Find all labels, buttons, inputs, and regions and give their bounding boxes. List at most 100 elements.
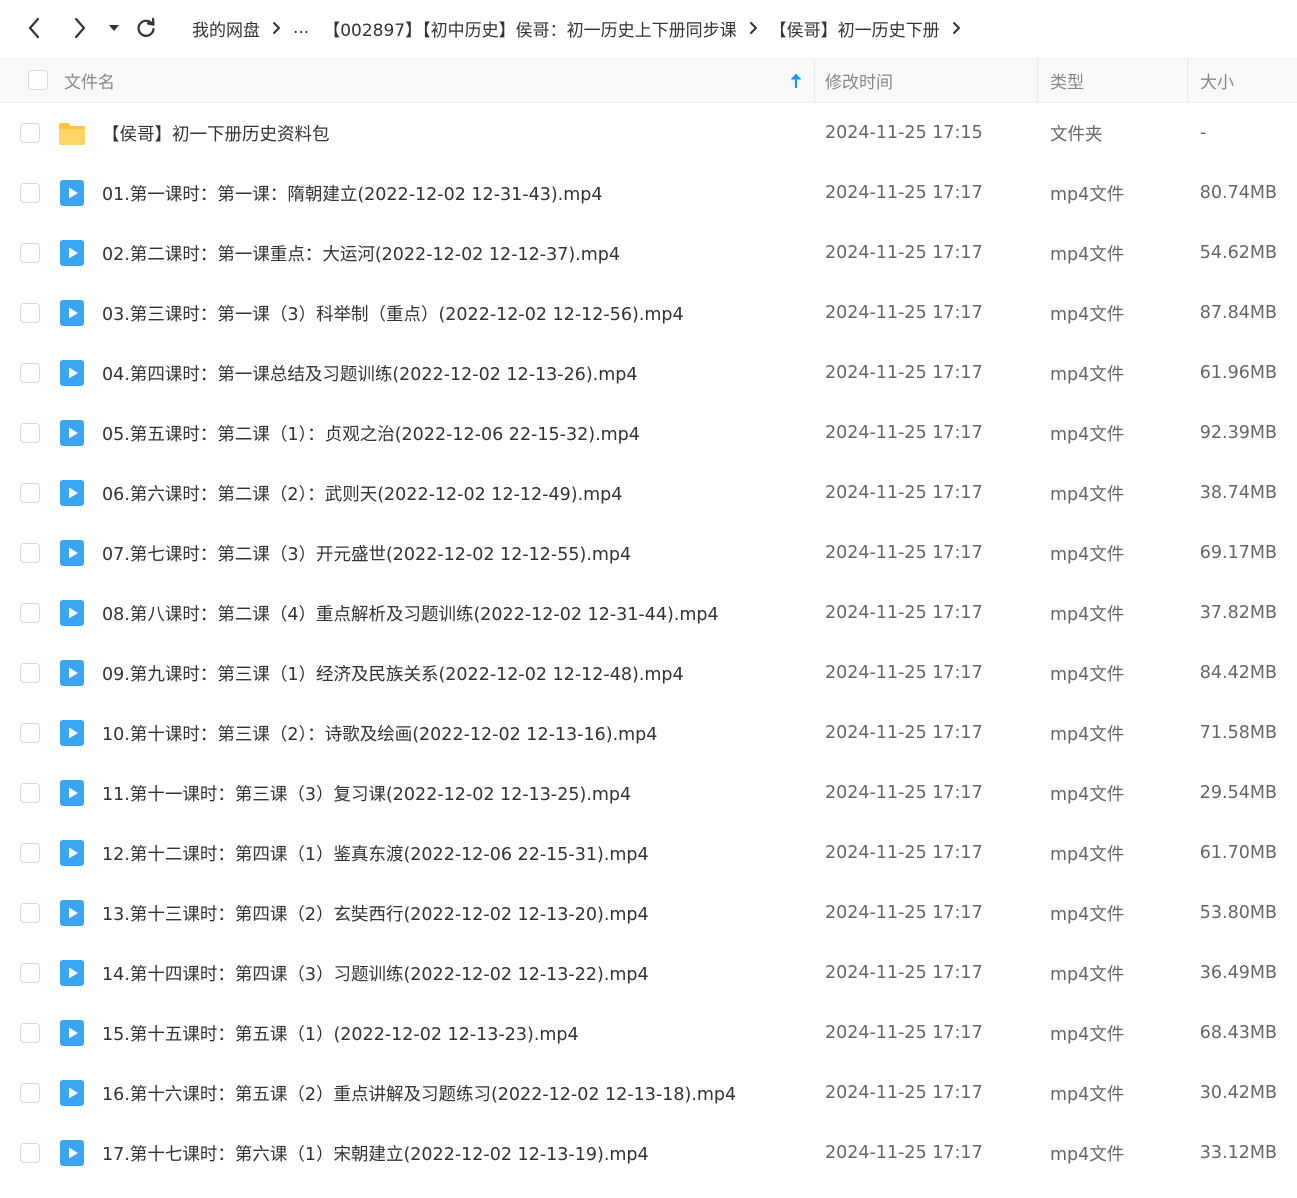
file-name[interactable]: 14.第十四课时：第四课（3）习题训练(2022-12-02 12-13-22)… <box>102 943 649 1003</box>
video-file-icon <box>58 1079 86 1107</box>
file-row[interactable]: 04.第四课时：第一课总结及习题训练(2022-12-02 12-13-26).… <box>0 343 1297 403</box>
file-modified: 2024-11-25 17:17 <box>825 363 983 383</box>
file-name[interactable]: 11.第十一课时：第三课（3）复习课(2022-12-02 12-13-25).… <box>102 763 631 823</box>
row-checkbox[interactable] <box>20 843 40 863</box>
row-checkbox[interactable] <box>20 1083 40 1103</box>
column-header-type[interactable]: 类型 <box>1050 59 1084 102</box>
chevron-right-icon <box>74 17 86 39</box>
file-type: mp4文件 <box>1050 364 1125 385</box>
file-row[interactable]: 06.第六课时：第二课（2）：武则天(2022-12-02 12-12-49).… <box>0 463 1297 523</box>
file-type: mp4文件 <box>1050 844 1125 865</box>
file-modified: 2024-11-25 17:17 <box>825 183 983 203</box>
file-row[interactable]: 03.第三课时：第一课（3）科举制（重点）(2022-12-02 12-12-5… <box>0 283 1297 343</box>
file-row[interactable]: 08.第八课时：第二课（4）重点解析及习题训练(2022-12-02 12-31… <box>0 583 1297 643</box>
file-name[interactable]: 15.第十五课时：第五课（1）(2022-12-02 12-13-23).mp4 <box>102 1003 579 1063</box>
file-name[interactable]: 09.第九课时：第三课（1）经济及民族关系(2022-12-02 12-12-4… <box>102 643 684 703</box>
file-name[interactable]: 17.第十七课时：第六课（1）宋朝建立(2022-12-02 12-13-19)… <box>102 1123 649 1183</box>
row-checkbox[interactable] <box>20 1143 40 1163</box>
file-type: mp4文件 <box>1050 784 1125 805</box>
folder-icon <box>58 119 86 147</box>
breadcrumb-item-current[interactable]: 【侯哥】初一历史下册 <box>770 16 940 41</box>
file-row[interactable]: 01.第一课时：第一课：隋朝建立(2022-12-02 12-31-43).mp… <box>0 163 1297 223</box>
file-size: 61.96MB <box>1199 363 1277 383</box>
breadcrumb-item-course[interactable]: 【002897】【初中历史】侯哥：初一历史上下册同步课 <box>323 16 736 41</box>
file-name[interactable]: 02.第二课时：第一课重点：大运河(2022-12-02 12-12-37).m… <box>102 223 620 283</box>
breadcrumb-item-root[interactable]: 我的网盘 <box>192 16 260 41</box>
forward-button[interactable] <box>66 14 94 42</box>
file-type: mp4文件 <box>1050 724 1125 745</box>
file-name[interactable]: 10.第十课时：第三课（2）：诗歌及绘画(2022-12-02 12-13-16… <box>102 703 657 763</box>
row-checkbox[interactable] <box>20 543 40 563</box>
column-divider[interactable] <box>814 59 815 102</box>
file-row[interactable]: 14.第十四课时：第四课（3）习题训练(2022-12-02 12-13-22)… <box>0 943 1297 1003</box>
file-name[interactable]: 08.第八课时：第二课（4）重点解析及习题训练(2022-12-02 12-31… <box>102 583 719 643</box>
row-checkbox[interactable] <box>20 663 40 683</box>
row-checkbox[interactable] <box>20 903 40 923</box>
file-modified: 2024-11-25 17:17 <box>825 783 983 803</box>
file-name[interactable]: 05.第五课时：第二课（1）：贞观之治(2022-12-06 22-15-32)… <box>102 403 640 463</box>
file-row[interactable]: 13.第十三课时：第四课（2）玄奘西行(2022-12-02 12-13-20)… <box>0 883 1297 943</box>
file-name[interactable]: 03.第三课时：第一课（3）科举制（重点）(2022-12-02 12-12-5… <box>102 283 684 343</box>
video-file-icon <box>58 839 86 867</box>
file-name[interactable]: 01.第一课时：第一课：隋朝建立(2022-12-02 12-31-43).mp… <box>102 163 603 223</box>
file-type: mp4文件 <box>1050 1024 1125 1045</box>
file-row[interactable]: 05.第五课时：第二课（1）：贞观之治(2022-12-06 22-15-32)… <box>0 403 1297 463</box>
select-all-checkbox[interactable] <box>28 70 48 90</box>
file-row[interactable]: 15.第十五课时：第五课（1）(2022-12-02 12-13-23).mp4… <box>0 1003 1297 1063</box>
file-size: 53.80MB <box>1199 903 1277 923</box>
file-name[interactable]: 04.第四课时：第一课总结及习题训练(2022-12-02 12-13-26).… <box>102 343 638 403</box>
file-type: mp4文件 <box>1050 1084 1125 1105</box>
file-name[interactable]: 【侯哥】初一下册历史资料包 <box>102 103 330 163</box>
column-divider[interactable] <box>1037 59 1038 102</box>
arrow-up-icon[interactable] <box>790 59 806 102</box>
file-row[interactable]: 【侯哥】初一下册历史资料包 2024-11-25 17:15 文件夹 - <box>0 103 1297 163</box>
column-header-size[interactable]: 大小 <box>1200 59 1234 102</box>
video-file-icon <box>58 479 86 507</box>
file-name[interactable]: 16.第十六课时：第五课（2）重点讲解及习题练习(2022-12-02 12-1… <box>102 1063 736 1123</box>
file-size: 71.58MB <box>1199 723 1277 743</box>
file-row[interactable]: 09.第九课时：第三课（1）经济及民族关系(2022-12-02 12-12-4… <box>0 643 1297 703</box>
refresh-button[interactable] <box>132 14 160 42</box>
column-header-modified[interactable]: 修改时间 <box>825 59 893 102</box>
file-row[interactable]: 07.第七课时：第二课（3）开元盛世(2022-12-02 12-12-55).… <box>0 523 1297 583</box>
file-name[interactable]: 06.第六课时：第二课（2）：武则天(2022-12-02 12-12-49).… <box>102 463 622 523</box>
file-name[interactable]: 12.第十二课时：第四课（1）鉴真东渡(2022-12-06 22-15-31)… <box>102 823 649 883</box>
file-row[interactable]: 12.第十二课时：第四课（1）鉴真东渡(2022-12-06 22-15-31)… <box>0 823 1297 883</box>
history-dropdown-button[interactable] <box>102 14 126 42</box>
file-size: 87.84MB <box>1199 303 1277 323</box>
row-checkbox[interactable] <box>20 423 40 443</box>
file-type: 文件夹 <box>1050 124 1103 145</box>
row-checkbox[interactable] <box>20 363 40 383</box>
file-size: 61.70MB <box>1199 843 1277 863</box>
file-row[interactable]: 17.第十七课时：第六课（1）宋朝建立(2022-12-02 12-13-19)… <box>0 1123 1297 1183</box>
row-checkbox[interactable] <box>20 603 40 623</box>
back-button[interactable] <box>20 14 48 42</box>
column-divider[interactable] <box>1187 59 1188 102</box>
row-checkbox[interactable] <box>20 723 40 743</box>
row-checkbox[interactable] <box>20 243 40 263</box>
row-checkbox[interactable] <box>20 783 40 803</box>
breadcrumb: 我的网盘 ... 【002897】【初中历史】侯哥：初一历史上下册同步课 【侯哥… <box>192 14 973 42</box>
file-name[interactable]: 13.第十三课时：第四课（2）玄奘西行(2022-12-02 12-13-20)… <box>102 883 649 943</box>
file-size: 69.17MB <box>1199 543 1277 563</box>
row-checkbox[interactable] <box>20 183 40 203</box>
file-row[interactable]: 10.第十课时：第三课（2）：诗歌及绘画(2022-12-02 12-13-16… <box>0 703 1297 763</box>
row-checkbox[interactable] <box>20 303 40 323</box>
row-checkbox[interactable] <box>20 483 40 503</box>
row-checkbox[interactable] <box>20 123 40 143</box>
file-modified: 2024-11-25 17:17 <box>825 303 983 323</box>
file-row[interactable]: 11.第十一课时：第三课（3）复习课(2022-12-02 12-13-25).… <box>0 763 1297 823</box>
file-row[interactable]: 16.第十六课时：第五课（2）重点讲解及习题练习(2022-12-02 12-1… <box>0 1063 1297 1123</box>
file-type: mp4文件 <box>1050 184 1125 205</box>
file-size: 33.12MB <box>1199 1143 1277 1163</box>
file-name[interactable]: 07.第七课时：第二课（3）开元盛世(2022-12-02 12-12-55).… <box>102 523 631 583</box>
row-checkbox[interactable] <box>20 1023 40 1043</box>
row-checkbox[interactable] <box>20 963 40 983</box>
file-modified: 2024-11-25 17:17 <box>825 423 983 443</box>
file-modified: 2024-11-25 17:17 <box>825 1083 983 1103</box>
column-header-name[interactable]: 文件名 <box>64 59 115 102</box>
file-row[interactable]: 02.第二课时：第一课重点：大运河(2022-12-02 12-12-37).m… <box>0 223 1297 283</box>
breadcrumb-item-ellipsis[interactable]: ... <box>293 18 309 38</box>
file-modified: 2024-11-25 17:17 <box>825 1143 983 1163</box>
file-size: 29.54MB <box>1199 783 1277 803</box>
